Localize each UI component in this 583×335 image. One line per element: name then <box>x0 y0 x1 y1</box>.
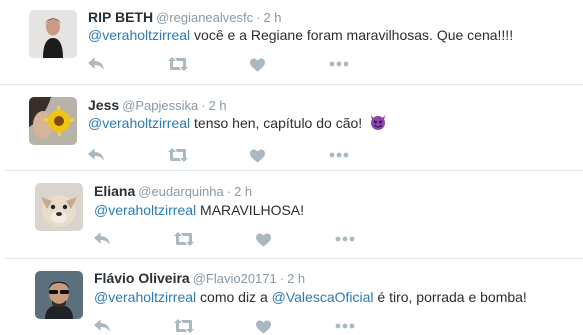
retweet-icon[interactable] <box>168 147 188 163</box>
tweet-body: como diz a <box>196 289 272 305</box>
avatar[interactable] <box>29 10 77 58</box>
timestamp[interactable]: 2 h <box>209 98 227 113</box>
display-name[interactable]: Eliana <box>94 183 135 199</box>
timestamp[interactable]: 2 h <box>263 10 281 25</box>
display-name[interactable]: Jess <box>88 97 119 113</box>
separator-dot: · <box>201 98 206 113</box>
retweet-icon[interactable] <box>168 56 188 72</box>
reply-icon[interactable] <box>88 56 105 72</box>
separator-dot: · <box>256 10 261 25</box>
tweet-text: @veraholtzirreal como diz a @ValescaOfic… <box>94 287 527 307</box>
timestamp[interactable]: 2 h <box>234 184 252 199</box>
reply-icon[interactable] <box>94 231 111 247</box>
heart-icon[interactable] <box>256 232 271 248</box>
tweet[interactable]: Jess @Papjessika · 2 h @veraholtzirreal ten… <box>0 85 583 169</box>
mention-link[interactable]: @ValescaOficial <box>272 289 374 305</box>
mention-link[interactable]: @veraholtzirreal <box>88 115 190 131</box>
tweet[interactable]: Flávio Oliveira @Flavio20171 · 2 h @verahol… <box>0 259 583 330</box>
mention-link[interactable]: @veraholtzirreal <box>94 202 196 218</box>
separator-dot: · <box>279 271 285 286</box>
user-handle[interactable]: @Flavio20171 <box>193 271 277 286</box>
more-icon[interactable] <box>329 61 349 67</box>
user-handle[interactable]: @Papjessika <box>122 98 198 113</box>
user-handle[interactable]: @eudarquinha <box>138 184 223 199</box>
avatar[interactable] <box>29 97 77 145</box>
avatar[interactable] <box>35 183 83 231</box>
avatar[interactable] <box>35 271 83 319</box>
tweet[interactable]: Eliana @eudarquinha · 2 h @veraholtzirreal … <box>0 171 583 257</box>
reply-icon[interactable] <box>94 318 111 334</box>
tweet-body: é tiro, porrada e bomba! <box>373 289 527 305</box>
retweet-icon[interactable] <box>174 318 194 334</box>
timestamp[interactable]: 2 h <box>287 271 305 286</box>
tweet-body: você e a Regiane foram maravilhosas. Que… <box>190 27 514 43</box>
tweet-body: tenso hen, capítulo do cão! <box>190 115 367 131</box>
heart-icon[interactable] <box>250 148 265 164</box>
mention-link[interactable]: @veraholtzirreal <box>88 27 190 43</box>
user-handle[interactable]: @regianealvesfc <box>156 10 253 25</box>
heart-icon[interactable] <box>256 319 271 335</box>
more-icon[interactable] <box>329 152 349 158</box>
display-name[interactable]: RIP BETH <box>88 9 153 25</box>
more-icon[interactable] <box>335 323 355 329</box>
smiling-imp-emoji <box>371 115 386 130</box>
tweet-text: @veraholtzirreal MARAVILHOSA! <box>94 200 304 220</box>
reply-icon[interactable] <box>88 147 105 163</box>
separator-dot: · <box>226 184 232 199</box>
retweet-icon[interactable] <box>174 231 194 247</box>
tweet-text: @veraholtzirreal tenso hen, capítulo do … <box>88 113 387 133</box>
tweet-body: MARAVILHOSA! <box>196 202 305 218</box>
display-name[interactable]: Flávio Oliveira <box>94 270 190 286</box>
mention-link[interactable]: @veraholtzirreal <box>94 289 196 305</box>
tweet-text: @veraholtzirreal você e a Regiane foram … <box>88 25 513 45</box>
more-icon[interactable] <box>335 236 355 242</box>
tweet[interactable]: RIP BETH @regianealvesfc · 2 h @veraholtzir… <box>0 0 583 84</box>
heart-icon[interactable] <box>250 57 265 73</box>
